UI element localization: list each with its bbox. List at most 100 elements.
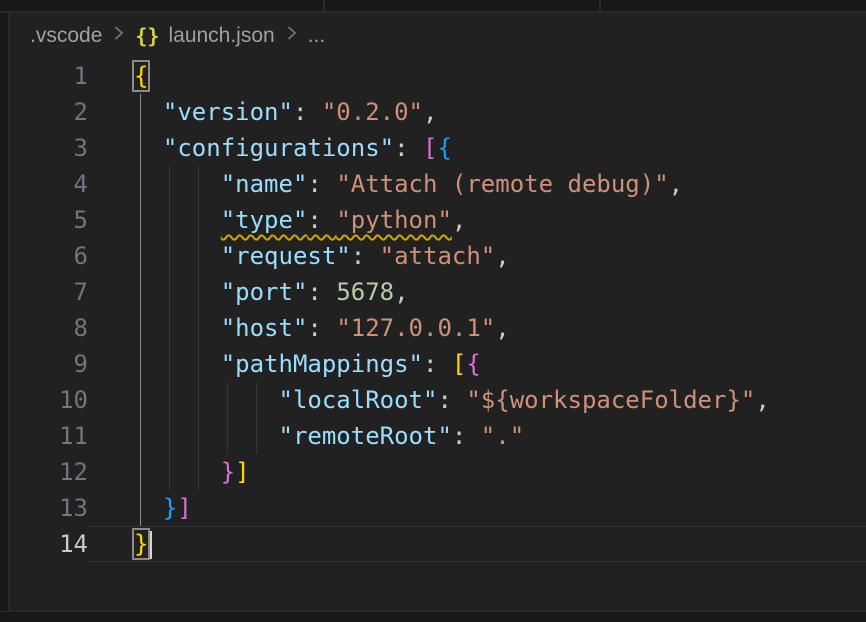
code-token: , [755, 386, 769, 414]
code-line[interactable]: 1{ [10, 58, 866, 94]
code-token [134, 386, 279, 414]
code-token [134, 242, 221, 270]
line-number[interactable]: 13 [10, 490, 88, 526]
code-token: : [351, 242, 380, 270]
code-line-content: }] [88, 454, 866, 490]
code-line[interactable]: 10 "localRoot": "${workspaceFolder}", [10, 382, 866, 418]
code-token: , [394, 278, 408, 306]
code-token: { [134, 62, 148, 90]
vscode-editor-window: .vscode {} launch.json ... 1{2 "version"… [0, 0, 866, 622]
code-line[interactable]: 12 }] [10, 454, 866, 490]
code-token: , [452, 206, 466, 234]
code-token [134, 98, 163, 126]
code-line-content: "port": 5678, [88, 274, 866, 310]
chevron-right-icon [285, 24, 298, 48]
editor-left-edge [0, 0, 10, 622]
code-line[interactable]: 6 "request": "attach", [10, 238, 866, 274]
line-number[interactable]: 11 [10, 418, 88, 454]
code-token: ] [235, 458, 249, 486]
code-line[interactable]: 5 "type": "python", [10, 202, 866, 238]
code-line-content: "name": "Attach (remote debug)", [88, 166, 866, 202]
text-cursor [150, 531, 152, 559]
code-token: "${workspaceFolder}" [466, 386, 755, 414]
code-token: } [134, 530, 148, 558]
code-token: : [437, 386, 466, 414]
line-number[interactable]: 12 [10, 454, 88, 490]
code-token [134, 422, 279, 450]
code-token: "port" [221, 278, 308, 306]
code-line-content: "type": "python", [88, 202, 866, 238]
breadcrumb-folder[interactable]: .vscode [30, 24, 102, 48]
code-line-content: "request": "attach", [88, 238, 866, 274]
line-number[interactable]: 14 [10, 526, 88, 562]
code-token [134, 458, 221, 486]
code-token: { [437, 134, 451, 162]
line-number[interactable]: 8 [10, 310, 88, 346]
code-token [134, 494, 163, 522]
line-number[interactable]: 6 [10, 238, 88, 274]
code-token: : [307, 278, 336, 306]
code-line-content: "pathMappings": [{ [88, 346, 866, 382]
code-token: [ [452, 350, 466, 378]
code-token: { [466, 350, 480, 378]
code-token: "name" [221, 170, 308, 198]
code-line-content: "localRoot": "${workspaceFolder}", [88, 382, 866, 418]
line-number[interactable]: 1 [10, 58, 88, 94]
line-number[interactable]: 5 [10, 202, 88, 238]
code-line-content: { [88, 58, 866, 94]
code-line[interactable]: 9 "pathMappings": [{ [10, 346, 866, 382]
code-token: "type" [221, 206, 308, 234]
line-number[interactable]: 4 [10, 166, 88, 202]
code-token: "host" [221, 314, 308, 342]
code-lines: 1{2 "version": "0.2.0",3 "configurations… [10, 58, 866, 562]
code-token: } [221, 458, 235, 486]
breadcrumb: .vscode {} launch.json ... [10, 13, 325, 58]
code-token: , [495, 242, 509, 270]
line-number[interactable]: 9 [10, 346, 88, 382]
code-token: "Attach (remote debug)" [336, 170, 668, 198]
code-token: , [423, 98, 437, 126]
tab-separator [599, 0, 601, 11]
code-token: "remoteRoot" [279, 422, 452, 450]
code-token: "configurations" [163, 134, 394, 162]
code-token: : [307, 170, 336, 198]
chevron-right-icon [112, 24, 125, 48]
code-token [134, 314, 221, 342]
code-line[interactable]: 14} [10, 526, 866, 562]
code-line[interactable]: 7 "port": 5678, [10, 274, 866, 310]
tab-separator [323, 0, 325, 11]
code-token: : [307, 206, 336, 234]
code-token [134, 170, 221, 198]
code-token: "localRoot" [279, 386, 438, 414]
line-number[interactable]: 7 [10, 274, 88, 310]
code-line-content: "host": "127.0.0.1", [88, 310, 866, 346]
code-token: "0.2.0" [322, 98, 423, 126]
code-token: : [394, 134, 423, 162]
code-line[interactable]: 2 "version": "0.2.0", [10, 94, 866, 130]
code-line-content: } [88, 526, 866, 562]
code-token [134, 350, 221, 378]
line-number[interactable]: 10 [10, 382, 88, 418]
code-token: ] [177, 494, 191, 522]
code-token: "." [481, 422, 524, 450]
code-token: : [423, 350, 452, 378]
line-number[interactable]: 2 [10, 94, 88, 130]
code-token: "version" [163, 98, 293, 126]
code-token: 5678 [336, 278, 394, 306]
code-line[interactable]: 13 }] [10, 490, 866, 526]
line-number[interactable]: 3 [10, 130, 88, 166]
code-token: , [669, 170, 683, 198]
code-line[interactable]: 4 "name": "Attach (remote debug)", [10, 166, 866, 202]
code-token: "pathMappings" [221, 350, 423, 378]
code-token: "127.0.0.1" [336, 314, 495, 342]
code-token: "attach" [380, 242, 496, 270]
code-line-content: "version": "0.2.0", [88, 94, 866, 130]
code-token: "python" [336, 206, 452, 234]
code-line[interactable]: 11 "remoteRoot": "." [10, 418, 866, 454]
breadcrumb-file[interactable]: launch.json [168, 24, 274, 48]
code-line[interactable]: 8 "host": "127.0.0.1", [10, 310, 866, 346]
code-line[interactable]: 3 "configurations": [{ [10, 130, 866, 166]
code-line-content: "remoteRoot": "." [88, 418, 866, 454]
code-token: } [163, 494, 177, 522]
breadcrumb-symbol-more[interactable]: ... [308, 24, 326, 48]
